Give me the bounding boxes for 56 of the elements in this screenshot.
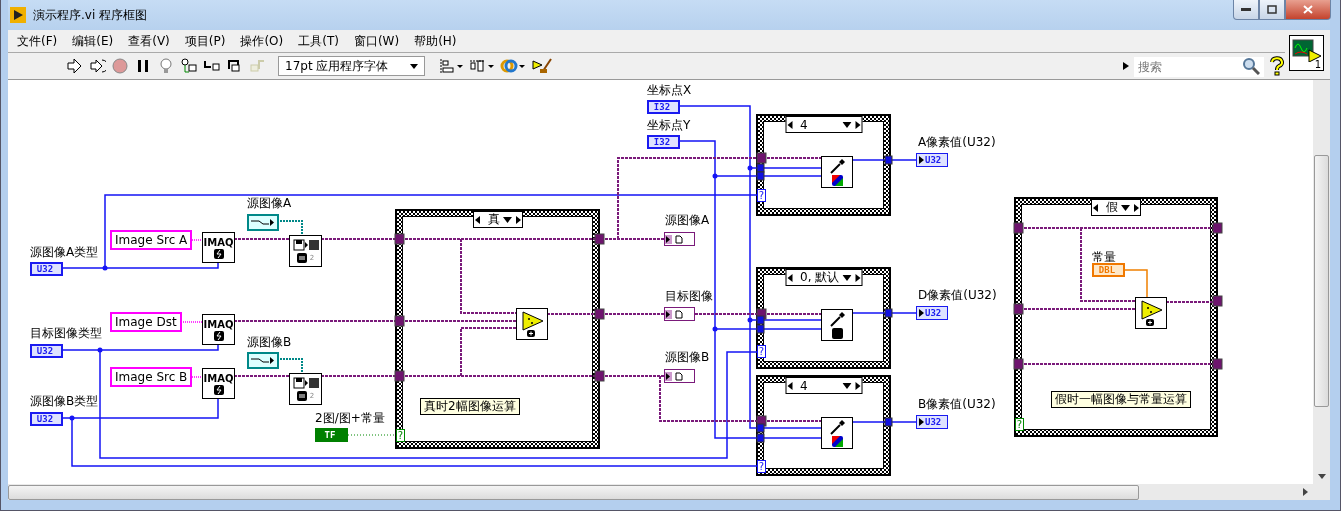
selector-terminal: ? bbox=[1015, 418, 1024, 431]
constant-label: 源图像A bbox=[247, 196, 292, 210]
control-terminal: U32 bbox=[30, 344, 63, 358]
selector-terminal: ? bbox=[757, 189, 766, 202]
menu-item[interactable]: 窗口(W) bbox=[346, 32, 408, 50]
numeric-constant: DBL bbox=[1092, 263, 1125, 277]
comment-label: 假时一幅图像与常量运算 bbox=[1051, 391, 1191, 408]
constant-label: 常量 bbox=[1092, 250, 1116, 264]
image-name-constant: Image Dst bbox=[110, 312, 182, 332]
indicator-label: A像素值(U32) bbox=[918, 135, 996, 149]
control-label: 2图/图+常量 bbox=[315, 411, 385, 425]
menu-item[interactable]: 编辑(E) bbox=[65, 32, 122, 50]
comment-label: 真时2幅图像运算 bbox=[420, 398, 520, 415]
node-title: IMAQ bbox=[203, 236, 234, 248]
node-title: IMAQ bbox=[203, 372, 234, 384]
menu-item[interactable]: 帮助(H) bbox=[407, 32, 465, 50]
control-terminal: U32 bbox=[30, 412, 63, 426]
case-selector[interactable]: 0, 默认 bbox=[785, 269, 862, 286]
window-title: 演示程序.vi 程序框图 bbox=[33, 6, 148, 24]
indicator-label: D像素值(U32) bbox=[918, 288, 997, 302]
selector-terminal: ? bbox=[757, 345, 766, 358]
menu-item[interactable]: 工具(T) bbox=[291, 32, 347, 50]
selector-terminal: ? bbox=[396, 429, 405, 442]
font-dropdown[interactable]: 17pt 应用程序字体 bbox=[278, 56, 425, 76]
control-terminal: TF bbox=[315, 428, 348, 442]
control-terminal: U32 bbox=[30, 262, 63, 276]
menu-item[interactable]: 查看(V) bbox=[121, 32, 178, 50]
image-name-constant: Image Src A bbox=[110, 230, 193, 250]
constant-label: 源图像B bbox=[247, 335, 292, 349]
vi-icon[interactable]: 1 bbox=[1289, 35, 1324, 71]
menu-item[interactable]: 操作(O) bbox=[233, 32, 292, 50]
control-label: 坐标点Y bbox=[647, 118, 691, 132]
case-selector[interactable]: 4 bbox=[785, 377, 862, 394]
indicator-label: 源图像A bbox=[665, 213, 710, 227]
control-label: 源图像A类型 bbox=[30, 245, 99, 259]
menu-item[interactable]: 项目(P) bbox=[177, 32, 234, 50]
indicator-label: 源图像B bbox=[665, 350, 710, 364]
indicator-label: 目标图像 bbox=[665, 289, 713, 303]
numeric-indicator: U32 bbox=[916, 306, 948, 320]
search-field[interactable]: 搜索 bbox=[1134, 57, 1264, 77]
case-selector[interactable]: 真 bbox=[472, 211, 523, 228]
numeric-indicator: U32 bbox=[916, 153, 948, 167]
case-selector[interactable]: 假 bbox=[1091, 199, 1141, 216]
indicator-label: B像素值(U32) bbox=[918, 397, 996, 411]
connector-number: 1 bbox=[1314, 59, 1321, 70]
node-title: IMAQ bbox=[203, 318, 234, 330]
control-label: 坐标点X bbox=[647, 83, 692, 97]
control-terminal: I32 bbox=[647, 100, 680, 114]
selector-terminal: ? bbox=[757, 460, 766, 473]
control-terminal: I32 bbox=[647, 135, 680, 149]
control-label: 目标图像类型 bbox=[30, 326, 102, 340]
menu-item[interactable]: 文件(F) bbox=[10, 32, 66, 50]
case-selector[interactable]: 4 bbox=[785, 116, 862, 133]
image-name-constant: Image Src B bbox=[110, 367, 193, 387]
numeric-indicator: U32 bbox=[916, 415, 948, 429]
control-label: 源图像B类型 bbox=[30, 394, 99, 408]
